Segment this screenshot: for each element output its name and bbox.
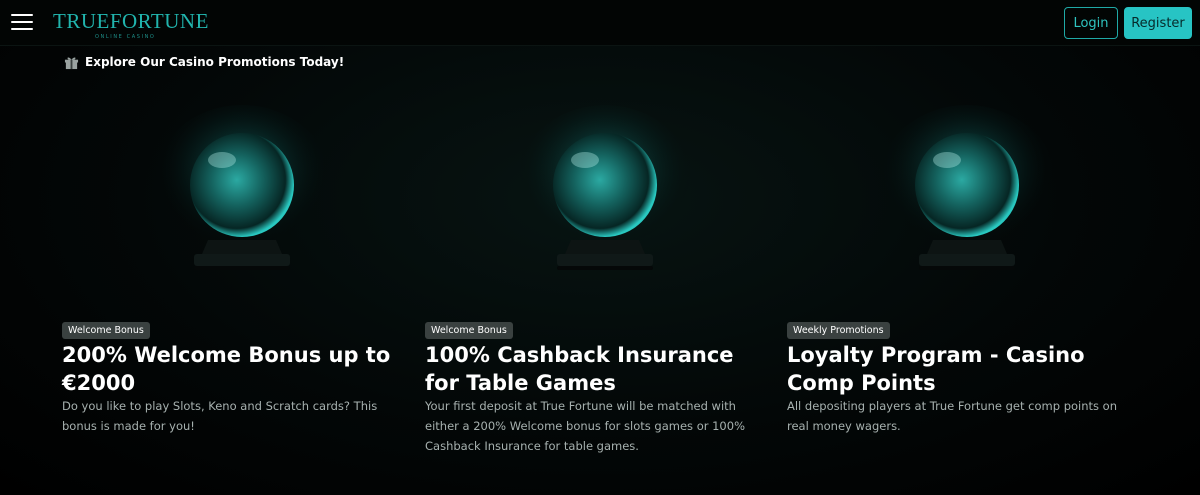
section-heading: Explore Our Casino Promotions Today!	[64, 53, 344, 71]
promotions-page: TRUEFORTUNE ONLINE CASINO Login Register…	[0, 0, 1200, 495]
site-header: TRUEFORTUNE ONLINE CASINO Login Register	[0, 0, 1200, 46]
promotion-description: All depositing players at True Fortune g…	[787, 399, 1117, 433]
promotion-title[interactable]: 200% Welcome Bonus up to €2000	[62, 341, 407, 397]
logo-tagline: ONLINE CASINO	[95, 34, 156, 40]
promotion-card[interactable]: Weekly Promotions Loyalty Program - Casi…	[777, 100, 1137, 470]
hamburger-menu-icon[interactable]	[11, 13, 33, 31]
promotion-badge: Welcome Bonus	[62, 322, 150, 339]
logo-wordmark: TRUEFORTUNE	[53, 9, 209, 33]
promotion-title[interactable]: 100% Cashback Insurance for Table Games	[425, 341, 770, 397]
crystal-ball-image	[152, 105, 332, 270]
promotion-card[interactable]: Welcome Bonus 200% Welcome Bonus up to €…	[52, 100, 412, 470]
crystal-ball-image	[877, 105, 1057, 270]
crystal-ball-image	[515, 105, 695, 270]
promotion-description: Do you like to play Slots, Keno and Scra…	[62, 399, 378, 433]
section-title: Explore Our Casino Promotions Today!	[85, 55, 345, 69]
promotion-badge: Weekly Promotions	[787, 322, 890, 339]
login-button[interactable]: Login	[1064, 7, 1118, 39]
site-logo[interactable]: TRUEFORTUNE ONLINE CASINO	[53, 9, 213, 43]
promotion-badge: Welcome Bonus	[425, 322, 513, 339]
gift-icon	[64, 57, 79, 69]
register-button[interactable]: Register	[1124, 7, 1192, 39]
promotion-title[interactable]: Loyalty Program - Casino Comp Points	[787, 341, 1132, 397]
promotion-card[interactable]: Welcome Bonus 100% Cashback Insurance fo…	[415, 100, 775, 470]
promotion-description: Your first deposit at True Fortune will …	[425, 399, 745, 453]
